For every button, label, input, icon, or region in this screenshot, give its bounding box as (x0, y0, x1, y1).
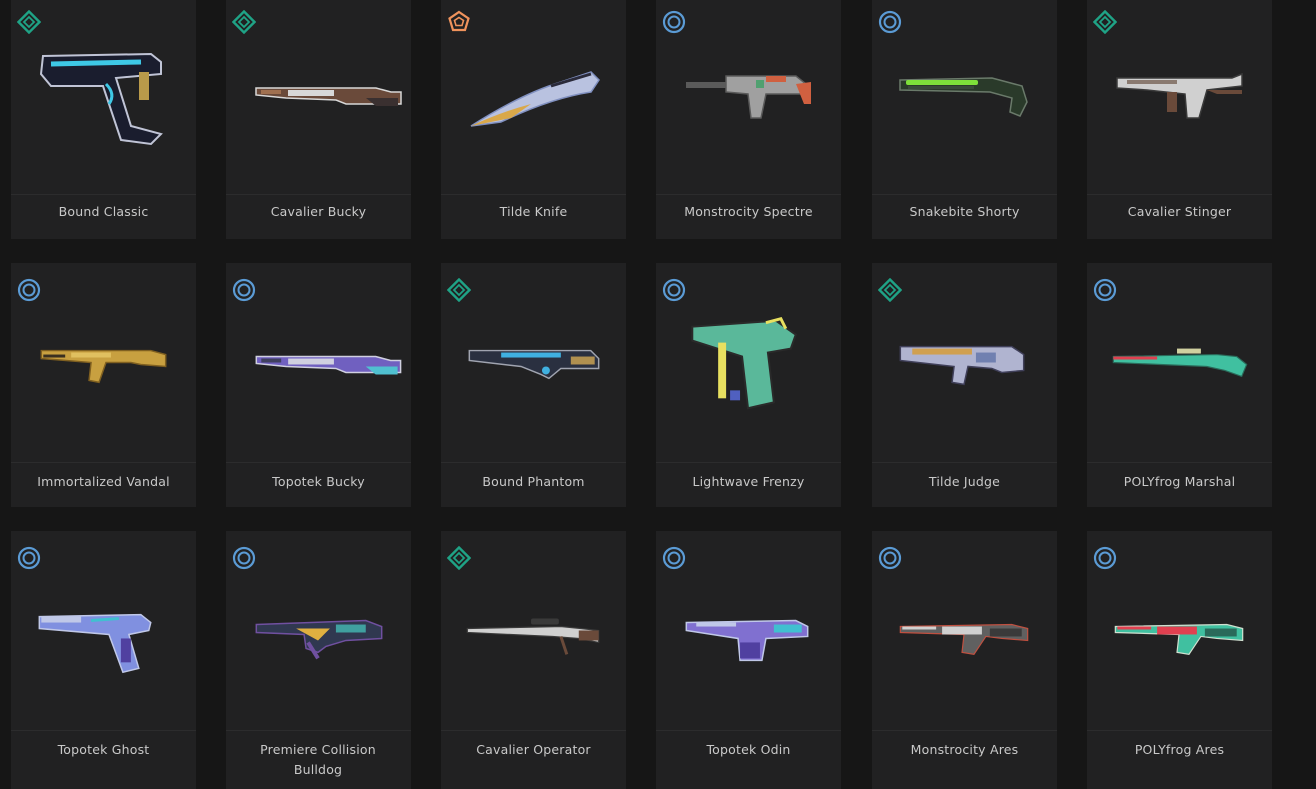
select-tier-icon (1093, 546, 1117, 570)
card-divider (11, 730, 196, 731)
deluxe-tier-icon (16, 9, 42, 35)
skin-card[interactable]: Tilde Judge (872, 263, 1057, 507)
select-tier-icon (878, 10, 902, 34)
deluxe-tier-icon (877, 277, 903, 303)
skin-name: POLYfrog Marshal (1123, 474, 1236, 489)
skin-name: Bound Classic (58, 204, 149, 219)
skin-name: Bound Phantom (482, 474, 585, 489)
skin-card[interactable]: Bound Phantom (441, 263, 626, 507)
card-divider (226, 730, 411, 731)
skin-name: Topotek Odin (706, 742, 791, 757)
skin-name: Tilde Knife (499, 204, 568, 219)
skin-name: Tilde Judge (928, 474, 1001, 489)
skin-name: Cavalier Stinger (1127, 204, 1232, 219)
card-divider (656, 730, 841, 731)
select-tier-icon (662, 10, 686, 34)
card-divider (1087, 462, 1272, 463)
skin-name: Lightwave Frenzy (692, 474, 805, 489)
skin-card[interactable]: POLYfrog Ares (1087, 531, 1272, 789)
skin-name: Premiere Collision Bulldog (260, 742, 376, 777)
skin-name: POLYfrog Ares (1134, 742, 1225, 757)
skin-card[interactable]: Topotek Ghost (11, 531, 196, 789)
skin-name: Monstrocity Spectre (684, 204, 813, 219)
deluxe-tier-icon (446, 277, 472, 303)
card-divider (226, 194, 411, 195)
select-tier-icon (17, 546, 41, 570)
select-tier-icon (662, 546, 686, 570)
skin-card[interactable]: Premiere Collision Bulldog (226, 531, 411, 789)
skin-collection-grid: Bound Classic Cavalier Bucky Tilde Knife Mo… (0, 0, 1316, 789)
card-divider (441, 462, 626, 463)
skin-card[interactable]: Topotek Bucky (226, 263, 411, 507)
skin-name: Cavalier Operator (476, 742, 591, 757)
skin-card[interactable]: Monstrocity Spectre (656, 0, 841, 239)
skin-name: Topotek Ghost (57, 742, 150, 757)
deluxe-tier-icon (446, 545, 472, 571)
card-divider (656, 194, 841, 195)
select-tier-icon (878, 546, 902, 570)
card-divider (872, 730, 1057, 731)
card-divider (11, 462, 196, 463)
card-divider (226, 462, 411, 463)
skin-name: Topotek Bucky (272, 474, 365, 489)
card-divider (1087, 194, 1272, 195)
skin-card[interactable]: Immortalized Vandal (11, 263, 196, 507)
skin-name: Immortalized Vandal (37, 474, 170, 489)
skin-name: Snakebite Shorty (909, 204, 1020, 219)
card-divider (11, 194, 196, 195)
card-divider (441, 194, 626, 195)
skin-card[interactable]: Tilde Knife (441, 0, 626, 239)
exclusive-tier-icon (447, 10, 471, 34)
skin-card[interactable]: Monstrocity Ares (872, 531, 1057, 789)
skin-card[interactable]: Cavalier Stinger (1087, 0, 1272, 239)
card-divider (1087, 730, 1272, 731)
select-tier-icon (1093, 278, 1117, 302)
skin-card[interactable]: Snakebite Shorty (872, 0, 1057, 239)
skin-card[interactable]: Cavalier Bucky (226, 0, 411, 239)
select-tier-icon (232, 278, 256, 302)
deluxe-tier-icon (1092, 9, 1118, 35)
card-divider (872, 194, 1057, 195)
skin-card[interactable]: Bound Classic (11, 0, 196, 239)
skin-card[interactable]: Topotek Odin (656, 531, 841, 789)
select-tier-icon (232, 546, 256, 570)
skin-card[interactable]: Cavalier Operator (441, 531, 626, 789)
skin-card[interactable]: Lightwave Frenzy (656, 263, 841, 507)
card-divider (656, 462, 841, 463)
select-tier-icon (17, 278, 41, 302)
skin-name: Cavalier Bucky (270, 204, 367, 219)
select-tier-icon (662, 278, 686, 302)
deluxe-tier-icon (231, 9, 257, 35)
skin-name: Monstrocity Ares (910, 742, 1019, 757)
card-divider (441, 730, 626, 731)
skin-card[interactable]: POLYfrog Marshal (1087, 263, 1272, 507)
card-divider (872, 462, 1057, 463)
